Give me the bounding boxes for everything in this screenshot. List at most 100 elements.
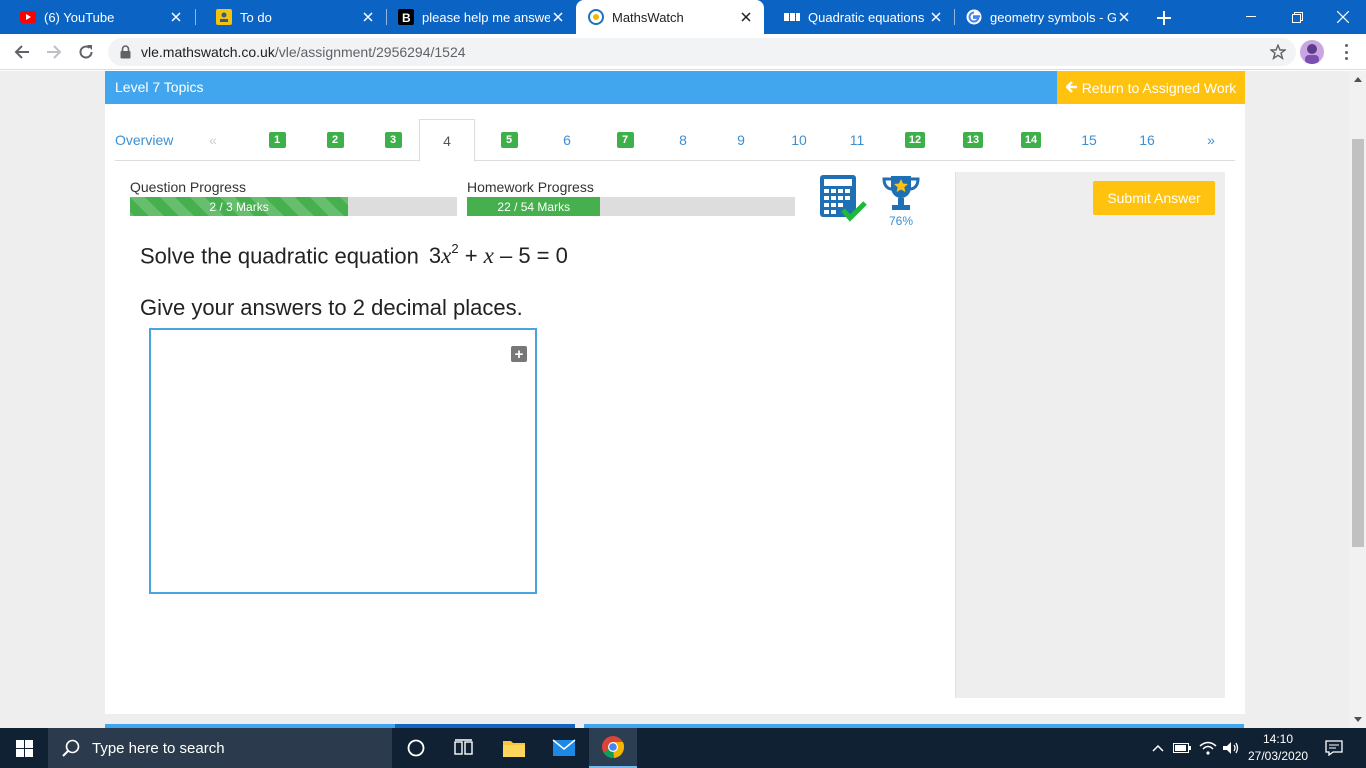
windows-taskbar: Type here to search 14:10 27/03/2020 <box>0 728 1366 768</box>
tab-brainly[interactable]: B please help me answer <box>378 0 576 34</box>
tab-todo[interactable]: To do <box>196 0 386 34</box>
close-tab-icon[interactable] <box>738 9 754 25</box>
back-arrow-icon[interactable] <box>10 40 34 64</box>
chrome-taskbar-icon[interactable] <box>589 728 637 768</box>
equation-variable: x <box>483 243 494 269</box>
mathswatch-icon <box>588 9 604 25</box>
question-link-7[interactable]: 7 <box>605 119 645 161</box>
trophy-percent: 76% <box>888 214 914 228</box>
question-number-badge: 12 <box>904 132 926 148</box>
mail-icon[interactable] <box>540 728 588 768</box>
question-prompt: Solve the quadratic equation <box>140 243 419 269</box>
question-number-badge: 14 <box>1020 132 1042 148</box>
question-link-13[interactable]: 13 <box>953 119 993 161</box>
todo-icon <box>216 9 232 25</box>
next-label: » <box>1207 132 1215 148</box>
new-tab-button[interactable] <box>1153 7 1175 29</box>
question-number: 15 <box>1081 132 1097 148</box>
equation-exponent: 2 <box>451 241 459 256</box>
next-question-link[interactable]: » <box>1191 119 1231 161</box>
question-number-badge: 7 <box>616 132 634 148</box>
scroll-down-icon[interactable] <box>1354 717 1362 722</box>
assignment-panel: Level 7 Topics Return to Assigned Work O… <box>105 71 1245 714</box>
tab-title: To do <box>240 9 272 25</box>
close-tab-icon[interactable] <box>928 9 944 25</box>
question-link-9[interactable]: 9 <box>721 119 761 161</box>
tab-overview[interactable]: Overview <box>115 119 185 161</box>
prev-question-link[interactable]: « <box>203 119 223 161</box>
question-number-badge: 3 <box>384 132 402 148</box>
scroll-up-icon[interactable] <box>1354 77 1362 82</box>
question-link-1[interactable]: 1 <box>257 119 297 161</box>
notifications-icon[interactable] <box>1322 728 1346 768</box>
answer-input-area[interactable]: + <box>149 328 537 594</box>
bookmark-star-icon[interactable] <box>1268 43 1288 65</box>
page-viewport: Level 7 Topics Return to Assigned Work O… <box>0 71 1350 728</box>
task-view-icon[interactable] <box>440 728 488 768</box>
tab-title: please help me answer <box>422 9 550 25</box>
question-link-11[interactable]: 11 <box>837 119 877 161</box>
question-link-10[interactable]: 10 <box>779 119 819 161</box>
question-link-5[interactable]: 5 <box>489 119 529 161</box>
chevron-up-icon[interactable] <box>1148 728 1168 768</box>
profile-avatar[interactable] <box>1300 40 1324 64</box>
homework-progress-bar: 22 / 54 Marks <box>467 197 795 216</box>
reload-icon[interactable] <box>74 40 98 64</box>
cortana-icon[interactable] <box>392 728 440 768</box>
tab-mathswatch[interactable]: MathsWatch <box>576 0 764 34</box>
taskbar-search-box[interactable]: Type here to search <box>48 728 392 768</box>
return-to-assigned-work-button[interactable]: Return to Assigned Work <box>1057 71 1245 104</box>
calculator-allowed-icon <box>819 174 867 224</box>
arrow-left-icon <box>1064 80 1078 96</box>
question-number: 11 <box>849 132 865 148</box>
add-answer-icon[interactable]: + <box>511 346 527 362</box>
clock-date: 27/03/2020 <box>1248 749 1309 763</box>
tab-title: Quadratic equations - S <box>808 9 928 25</box>
level-title: Level 7 Topics <box>115 79 204 95</box>
minimize-icon[interactable] <box>1228 0 1274 34</box>
equation-plus: + <box>458 243 484 269</box>
question-link-14[interactable]: 14 <box>1011 119 1051 161</box>
wifi-icon[interactable] <box>1197 728 1219 768</box>
volume-icon[interactable] <box>1220 728 1242 768</box>
address-bar[interactable]: vle.mathswatch.co.uk/vle/assignment/2956… <box>108 38 1296 66</box>
close-window-icon[interactable] <box>1320 0 1366 34</box>
page-scrollbar[interactable] <box>1350 71 1366 728</box>
tab-google[interactable]: geometry symbols - Go <box>946 0 1142 34</box>
question-number: 4 <box>443 132 451 149</box>
close-tab-icon[interactable] <box>550 9 566 25</box>
question-navigation: Overview « 1 2 3 4 5 6 7 8 9 10 11 12 13… <box>115 119 1235 162</box>
question-text: Solve the quadratic equation 3x2 + x – 5 … <box>140 241 568 269</box>
submit-answer-button[interactable]: Submit Answer <box>1093 181 1215 215</box>
question-number: 8 <box>679 132 687 148</box>
close-tab-icon[interactable] <box>168 9 184 25</box>
browser-menu-icon[interactable] <box>1338 42 1354 62</box>
close-tab-icon[interactable] <box>1116 9 1132 25</box>
question-number-badge: 2 <box>326 132 344 148</box>
question-link-4-current[interactable]: 4 <box>419 119 475 162</box>
tab-bbc[interactable]: Quadratic equations - S <box>764 0 954 34</box>
question-progress-bar: 2 / 3 Marks <box>130 197 457 216</box>
forward-arrow-icon[interactable] <box>42 40 66 64</box>
scroll-thumb[interactable] <box>1352 139 1364 547</box>
homework-progress-label: Homework Progress <box>467 179 594 195</box>
overview-label: Overview <box>115 132 174 148</box>
question-link-8[interactable]: 8 <box>663 119 703 161</box>
restore-icon[interactable] <box>1274 0 1320 34</box>
question-link-16[interactable]: 16 <box>1127 119 1167 161</box>
file-explorer-icon[interactable] <box>490 728 538 768</box>
url-path: /vle/assignment/2956294/1524 <box>274 44 466 60</box>
question-link-2[interactable]: 2 <box>315 119 355 161</box>
search-placeholder: Type here to search <box>92 739 225 757</box>
battery-icon[interactable] <box>1172 728 1192 768</box>
windows-start-icon[interactable] <box>0 728 48 768</box>
search-icon <box>62 739 80 757</box>
question-link-6[interactable]: 6 <box>547 119 587 161</box>
close-tab-icon[interactable] <box>360 9 376 25</box>
equation-tail: – 5 = 0 <box>493 243 568 269</box>
question-link-12[interactable]: 12 <box>895 119 935 161</box>
system-clock[interactable]: 14:10 27/03/2020 <box>1248 731 1308 765</box>
question-link-15[interactable]: 15 <box>1069 119 1109 161</box>
tab-youtube[interactable]: (6) YouTube <box>0 0 194 34</box>
question-link-3[interactable]: 3 <box>373 119 413 161</box>
